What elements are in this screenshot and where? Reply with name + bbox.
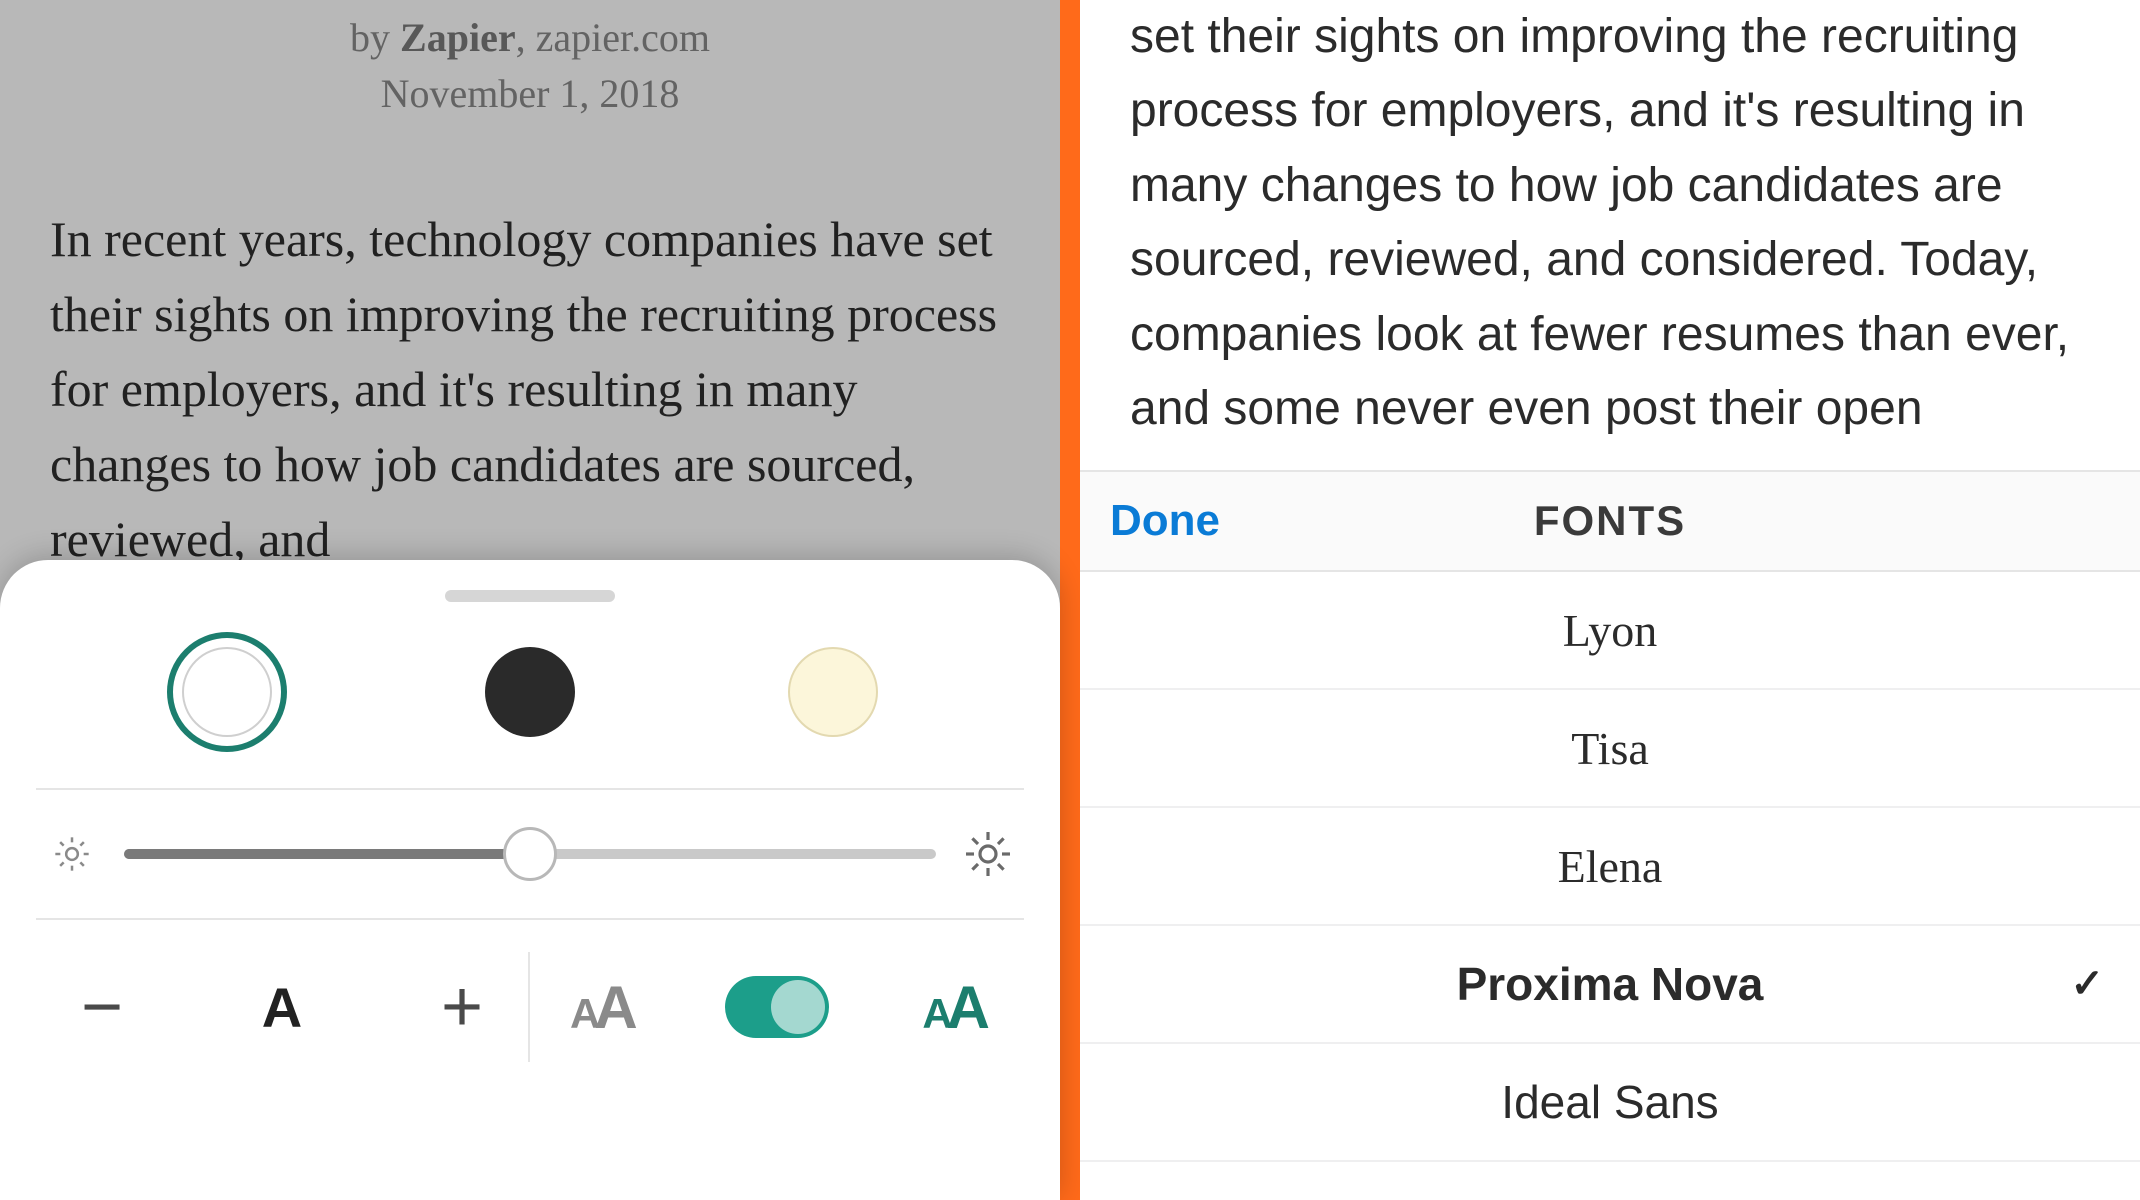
font-option-label: Lyon [1563,604,1658,657]
fonts-header: Done FONTS [1080,472,2140,572]
bottom-controls: − A + AA AA [36,920,1024,1062]
font-preview-large-icon: AA [922,973,984,1042]
brightness-row [36,790,1024,920]
font-size-indicator: A [262,975,302,1040]
theme-dark-swatch [485,647,575,737]
theme-light-swatch [182,647,272,737]
theme-row [36,632,1024,790]
byline: by Zapier, zapier.com [50,10,1010,66]
brightness-slider-thumb[interactable] [503,827,557,881]
toggle-knob [771,980,825,1034]
font-option[interactable]: Tisa [1080,690,2140,808]
font-size-decrease-button[interactable]: − [66,966,138,1048]
brightness-high-icon [964,830,1012,878]
byline-source: , zapier.com [516,15,710,60]
theme-light[interactable] [167,632,287,752]
font-option-label: Proxima Nova [1457,957,1764,1011]
font-option-label: Tisa [1571,722,1649,775]
pane-divider [1060,0,1080,1200]
fonts-title: FONTS [1534,497,1686,545]
sheet-grabber[interactable] [445,590,615,602]
font-option[interactable]: Proxima Nova ✓ [1080,926,2140,1044]
font-option[interactable]: Lyon [1080,572,2140,690]
font-option[interactable]: Elena [1080,808,2140,926]
done-button[interactable]: Done [1110,496,1220,546]
display-settings-sheet: − A + AA AA [0,560,1060,1200]
font-option-label: Ideal Sans [1501,1075,1718,1129]
brightness-slider[interactable] [124,849,936,859]
auto-brightness-group: AA AA [530,952,1024,1062]
auto-toggle[interactable] [725,976,829,1038]
article-body-left: In recent years, technology companies ha… [50,202,1010,577]
fonts-list: Lyon Tisa Elena Proxima Nova ✓ Ideal Sans [1080,572,2140,1162]
font-size-group: − A + [36,952,530,1062]
checkmark-icon: ✓ [2070,961,2104,1007]
left-pane: by Zapier, zapier.com November 1, 2018 I… [0,0,1060,1200]
article-date: November 1, 2018 [50,66,1010,122]
font-option[interactable]: Ideal Sans [1080,1044,2140,1162]
brightness-slider-fill [124,849,530,859]
article-body-right: set their sights on improving the recrui… [1080,0,2140,446]
byline-author: Zapier [400,15,516,60]
right-pane: set their sights on improving the recrui… [1080,0,2140,1200]
byline-prefix: by [350,15,400,60]
theme-sepia-swatch [788,647,878,737]
font-preview-small-icon: AA [570,973,632,1042]
fonts-sheet: Done FONTS Lyon Tisa Elena Proxima Nova ✓ Ide… [1080,470,2140,1200]
theme-sepia[interactable] [773,632,893,752]
brightness-low-icon [48,830,96,878]
theme-dark[interactable] [470,632,590,752]
font-option-label: Elena [1558,840,1663,893]
font-size-increase-button[interactable]: + [426,966,498,1048]
